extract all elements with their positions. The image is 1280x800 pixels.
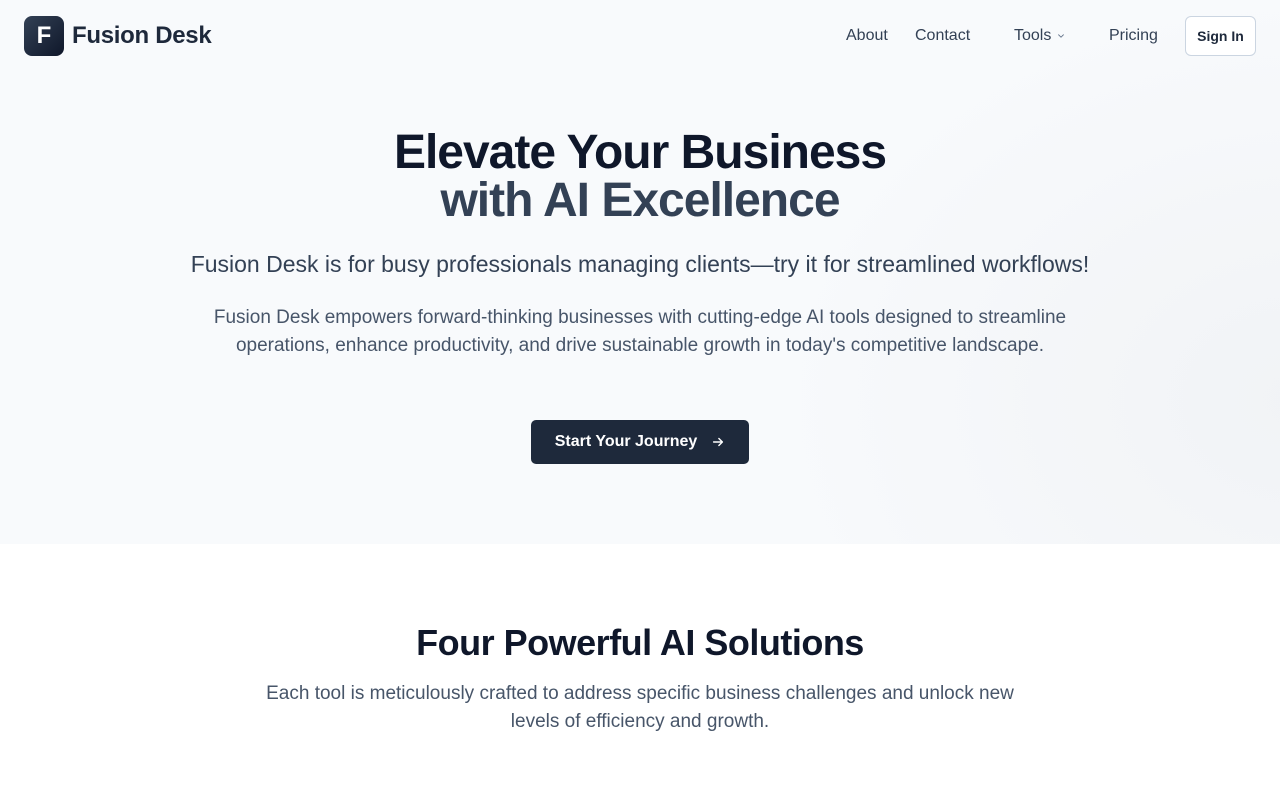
logo-mark: F [24,16,64,56]
solutions-lead: Each tool is meticulously crafted to add… [266,683,1014,732]
sign-in-button[interactable]: Sign In [1185,16,1256,56]
chevron-down-icon [1058,34,1065,38]
nav-tools-label: Tools [1014,27,1052,44]
hero-lead: Fusion Desk empowers forward-thinking bu… [213,307,1067,356]
cta-label: Start Your Journey [554,433,698,450]
hero-title-line1: Elevate Your Business [393,126,887,179]
nav-about-link[interactable]: About [846,26,888,46]
start-journey-button[interactable]: Start Your Journey [531,420,749,464]
brand-logo[interactable]: F Fusion Desk [24,16,212,56]
brand-name: Fusion Desk [72,22,212,49]
solutions-title: Four Powerful AI Solutions [416,622,864,663]
hero-section: F Fusion Desk About Contact Tools Pricin… [0,0,1280,544]
hero-tagline: Fusion Desk is for busy professionals ma… [190,251,1090,277]
nav-pricing-link[interactable]: Pricing [1109,26,1158,46]
arrow-right-icon [713,437,724,447]
nav-tools-dropdown[interactable]: Tools [1014,26,1065,46]
top-navigation: F Fusion Desk About Contact Tools Pricin… [0,0,1280,72]
nav-contact-link[interactable]: Contact [915,26,970,46]
hero-title-line2: with AI Excellence [440,174,840,227]
